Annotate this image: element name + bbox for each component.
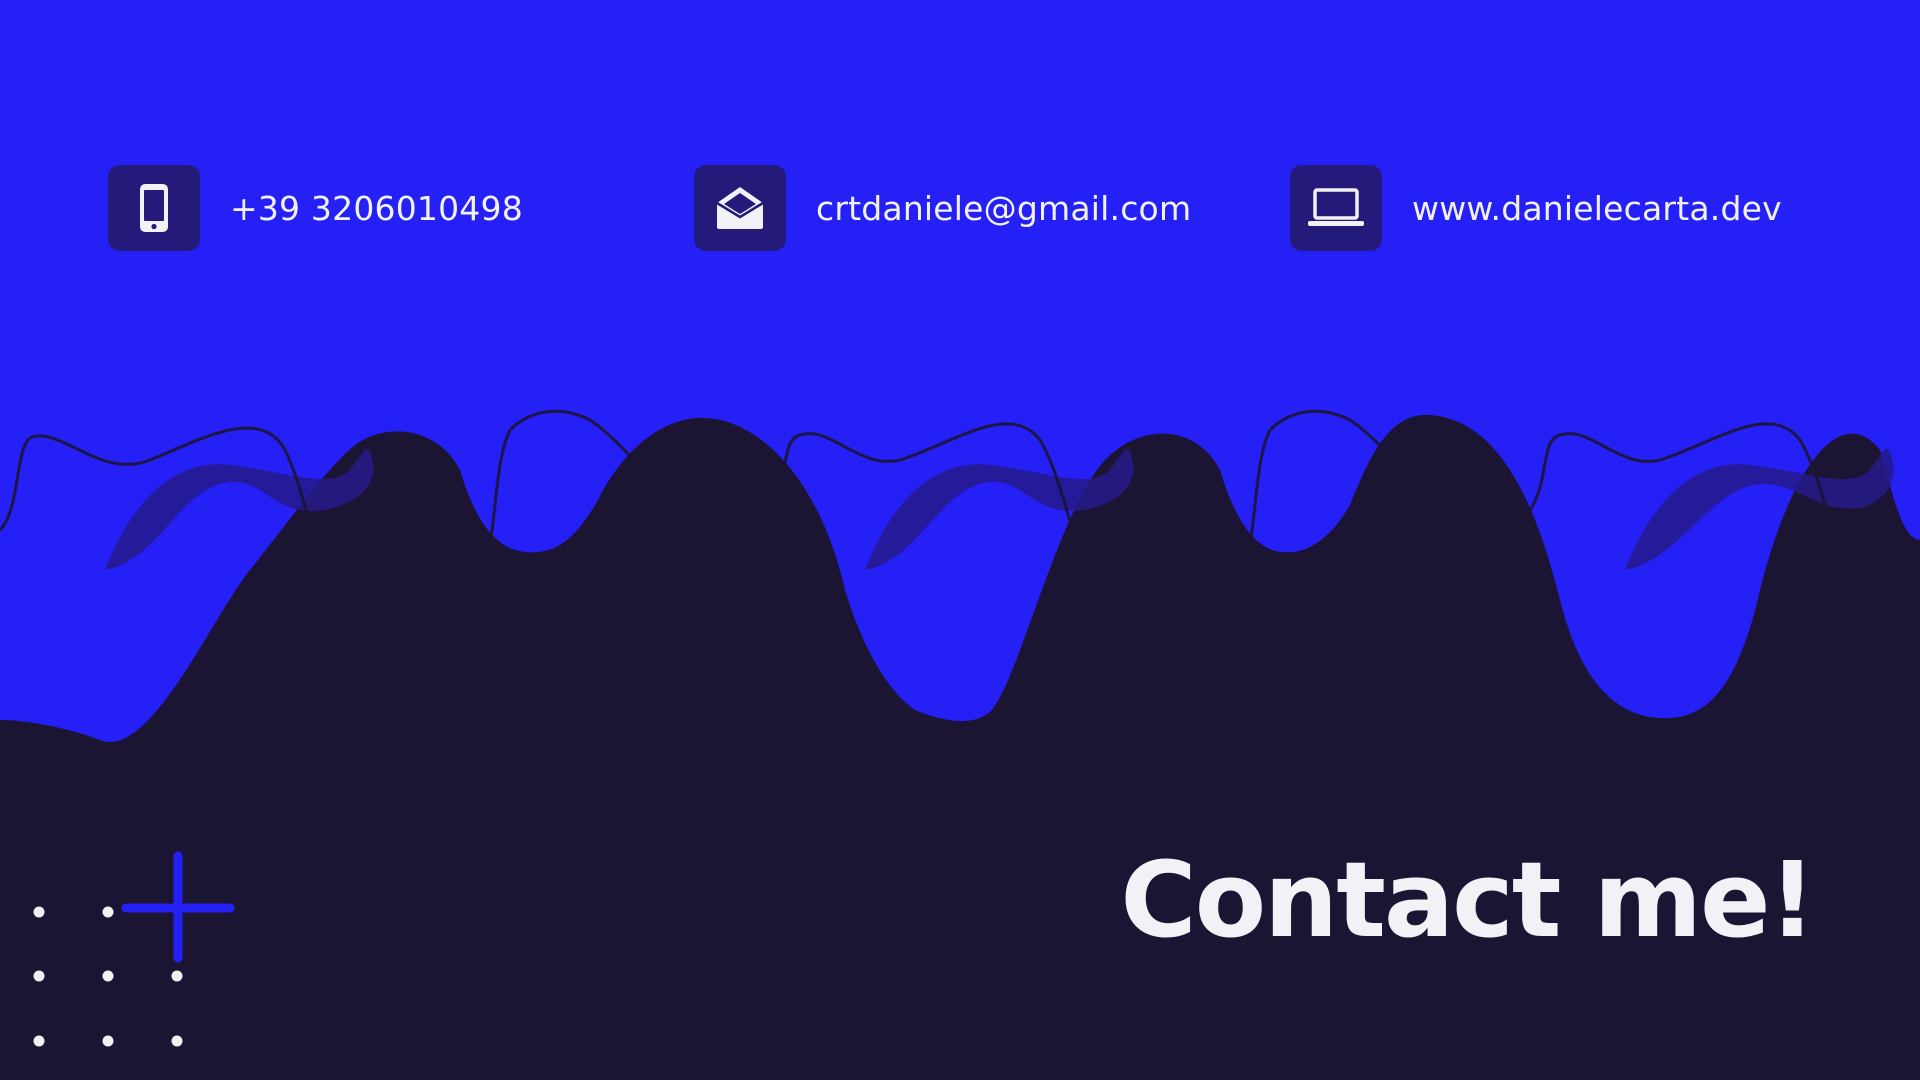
dot-grid	[33, 906, 183, 1047]
email-address[interactable]: crtdaniele@gmail.com	[816, 189, 1191, 228]
phone-number[interactable]: +39 3206010498	[230, 189, 523, 228]
dots-and-plus-decoration	[33, 851, 235, 1047]
laptop-icon-tile	[1290, 165, 1382, 251]
contact-website[interactable]: www.danielecarta.dev	[1290, 165, 1782, 251]
phone-icon-tile	[108, 165, 200, 251]
contact-email[interactable]: crtdaniele@gmail.com	[694, 165, 1191, 251]
contact-phone[interactable]: +39 3206010498	[108, 165, 523, 251]
phone-icon	[140, 184, 168, 232]
plus-icon	[121, 851, 235, 963]
laptop-icon	[1308, 188, 1364, 226]
contact-slide: +39 3206010498 crtdaniele@gmail.com www.…	[0, 0, 1920, 1080]
email-icon-tile	[694, 165, 786, 251]
website-url[interactable]: www.danielecarta.dev	[1412, 189, 1782, 228]
envelope-icon	[716, 187, 764, 229]
headline: Contact me!	[1120, 839, 1816, 961]
